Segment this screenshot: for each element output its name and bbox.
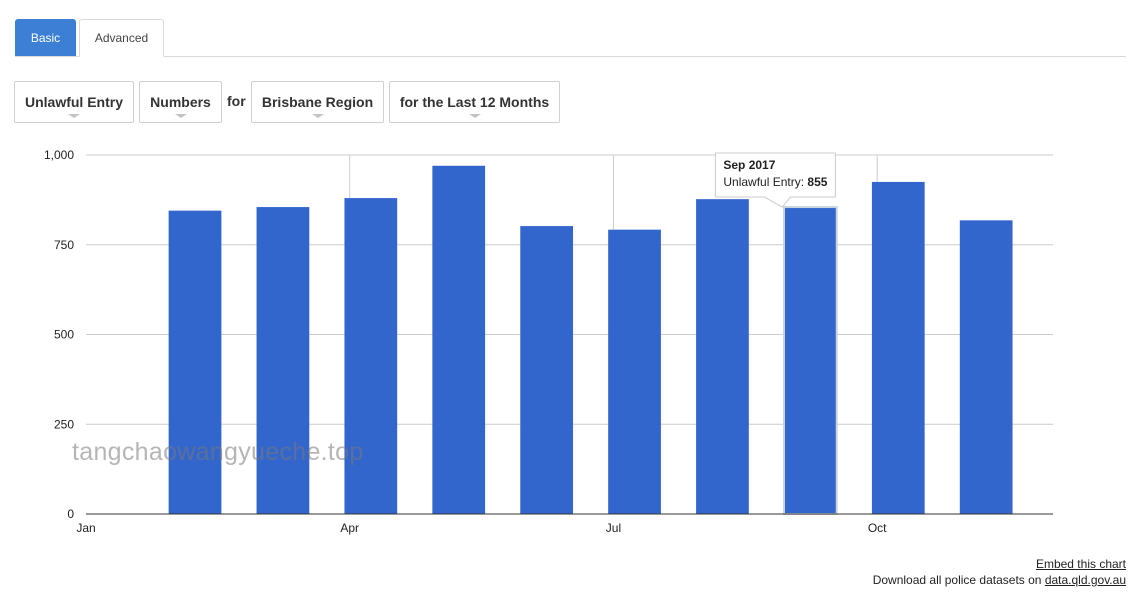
bar <box>959 220 1013 514</box>
chevron-down-icon <box>468 114 481 118</box>
tooltip-label: Unlawful Entry: 855 <box>723 175 827 189</box>
y-tick-label: 250 <box>54 417 74 431</box>
x-tick-label: Jul <box>606 521 621 535</box>
data-qld-link[interactable]: data.qld.gov.au <box>1045 573 1126 587</box>
period-dropdown[interactable]: for the Last 12 Months <box>389 81 560 123</box>
y-tick-label: 500 <box>54 328 74 342</box>
embed-chart-link[interactable]: Embed this chart <box>1036 557 1126 571</box>
bar <box>520 226 574 514</box>
measure-dropdown[interactable]: Numbers <box>139 81 222 123</box>
region-dropdown[interactable]: Brisbane Region <box>251 81 384 123</box>
bar <box>782 206 838 516</box>
tooltip-title: Sep 2017 <box>723 158 775 172</box>
x-tick-label: Apr <box>340 521 359 535</box>
bar <box>608 229 661 514</box>
tab-advanced[interactable]: Advanced <box>79 19 164 57</box>
x-tick-label: Jan <box>76 521 95 535</box>
bar <box>344 198 398 514</box>
offence-dropdown-label: Unlawful Entry <box>24 94 123 110</box>
chevron-down-icon <box>174 114 187 118</box>
chevron-down-icon <box>311 114 324 118</box>
unlawful-entry-bar-chart: 0 250 500 750 1,000 Jan Apr Jul Oct Sep 2017 Unlaw… <box>44 148 1053 535</box>
tab-basic[interactable]: Basic <box>15 19 76 56</box>
chevron-down-icon <box>68 114 80 118</box>
view-tabs: Basic Advanced <box>15 19 1126 57</box>
y-tick-label: 0 <box>67 507 74 521</box>
bar <box>432 165 486 514</box>
measure-dropdown-label: Numbers <box>150 94 211 110</box>
x-tick-label: Oct <box>868 521 887 535</box>
y-tick-label: 1,000 <box>44 148 74 162</box>
offence-dropdown[interactable]: Unlawful Entry <box>14 81 134 123</box>
period-dropdown-label: for the Last 12 Months <box>399 94 550 110</box>
chart-footer: Embed this chart Download all police dat… <box>873 556 1126 588</box>
y-tick-label: 750 <box>54 238 74 252</box>
for-label: for <box>227 93 246 109</box>
region-dropdown-label: Brisbane Region <box>261 94 374 110</box>
bar <box>168 210 222 514</box>
bar <box>696 199 749 515</box>
bar <box>871 181 925 515</box>
bar <box>256 207 310 514</box>
download-text: Download all police datasets on <box>872 573 1042 587</box>
tooltip-value: 855 <box>807 175 827 189</box>
